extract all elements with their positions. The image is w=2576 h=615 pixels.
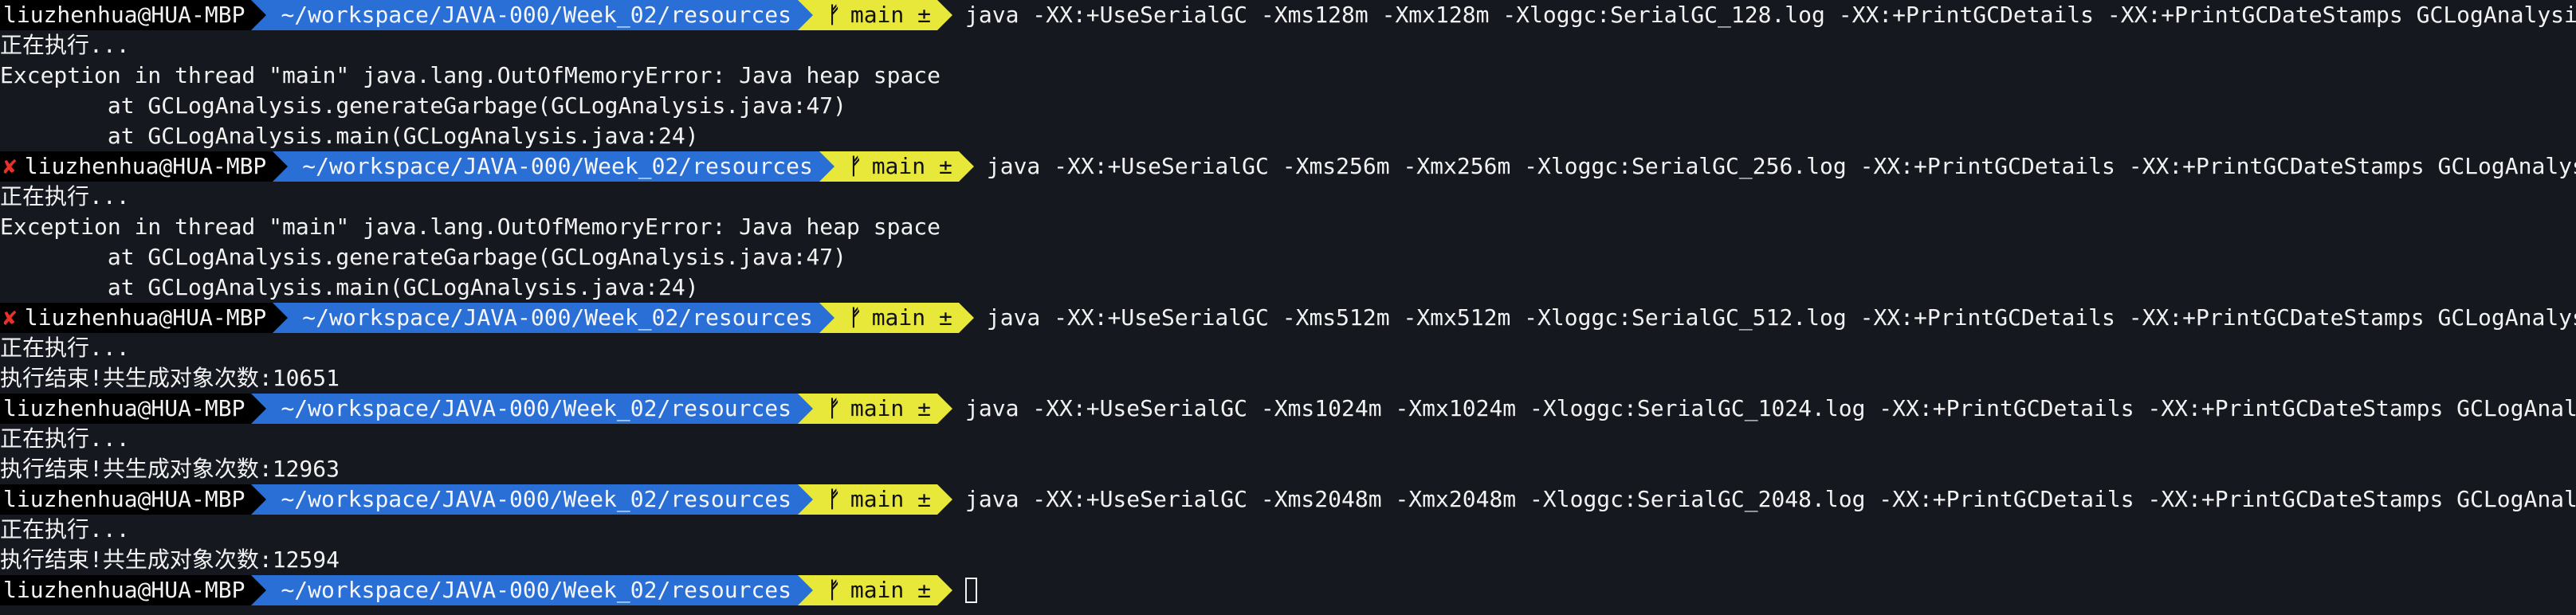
segment-separator-arrow [251, 394, 267, 424]
prompt-directory: ~/workspace/JAVA-000/Week_02/resources [266, 484, 799, 515]
command-text: java -XX:+UseSerialGC -Xms256m -Xmx256m … [986, 153, 2576, 179]
prompt-directory: ~/workspace/JAVA-000/Week_02/resources [266, 394, 799, 424]
prompt-git-segment: ᚠ main ± [813, 575, 937, 605]
git-branch-icon: ᚠ [848, 153, 862, 179]
prompt-user-segment: ✘ liuzhenhua@HUA-MBP [0, 303, 273, 333]
prompt-line: ✘ liuzhenhua@HUA-MBP ~/workspace/JAVA-000/… [0, 151, 2576, 182]
output-line: 正在执行... [0, 516, 130, 543]
prompt-directory: ~/workspace/JAVA-000/Week_02/resources [266, 575, 799, 605]
prompt-user-host: liuzhenhua@HUA-MBP [0, 394, 252, 424]
terminal-cursor[interactable] [965, 578, 977, 603]
prompt-user-segment: ✘ liuzhenhua@HUA-MBP [0, 151, 273, 182]
segment-separator-arrow [937, 484, 952, 515]
error-cross-icon: ✘ [3, 153, 17, 179]
git-branch-icon: ᚠ [827, 395, 841, 421]
prompt-git-segment: ᚠ main ± [813, 0, 937, 30]
output-line: 正在执行... [0, 32, 130, 58]
git-branch-icon: ᚠ [827, 577, 841, 603]
terminal-window[interactable]: liuzhenhua@HUA-MBP ~/workspace/JAVA-000/W… [0, 0, 2576, 615]
output-line: Exception in thread "main" java.lang.Out… [0, 213, 941, 240]
segment-separator-arrow [819, 303, 834, 333]
segment-separator-arrow [798, 575, 814, 605]
segment-separator-arrow [958, 151, 974, 182]
git-branch-icon: ᚠ [848, 304, 862, 331]
output-line: 执行结束!共生成对象次数:12963 [0, 456, 340, 482]
segment-separator-arrow [937, 394, 952, 424]
prompt-line: liuzhenhua@HUA-MBP ~/workspace/JAVA-000/W… [0, 0, 2576, 30]
prompt-git-segment: ᚠ main ± [834, 151, 959, 182]
segment-separator-arrow [819, 151, 834, 182]
prompt-user-host: liuzhenhua@HUA-MBP [0, 484, 252, 515]
segment-separator-arrow [251, 484, 267, 515]
output-line: 执行结束!共生成对象次数:12594 [0, 546, 340, 573]
prompt-directory: ~/workspace/JAVA-000/Week_02/resources [266, 0, 799, 30]
prompt-user-host: liuzhenhua@HUA-MBP [0, 575, 252, 605]
prompt-line: liuzhenhua@HUA-MBP ~/workspace/JAVA-000/W… [0, 484, 2576, 515]
segment-separator-arrow [251, 575, 267, 605]
prompt-user-host: liuzhenhua@HUA-MBP [0, 0, 252, 30]
prompt-branch: main ± [850, 395, 931, 421]
prompt-user-host: liuzhenhua@HUA-MBP [24, 153, 267, 179]
segment-separator-arrow [798, 0, 814, 30]
prompt-git-segment: ᚠ main ± [813, 394, 937, 424]
prompt-branch: main ± [871, 304, 952, 331]
command-text: java -XX:+UseSerialGC -Xms512m -Xmx512m … [986, 304, 2576, 331]
prompt-directory: ~/workspace/JAVA-000/Week_02/resources [288, 303, 819, 333]
prompt-branch: main ± [850, 486, 931, 512]
command-text: java -XX:+UseSerialGC -Xms2048m -Xmx2048… [965, 486, 2576, 512]
prompt-line: liuzhenhua@HUA-MBP ~/workspace/JAVA-000/W… [0, 394, 2576, 424]
git-branch-icon: ᚠ [827, 486, 841, 512]
output-line: at GCLogAnalysis.main(GCLogAnalysis.java… [0, 274, 699, 300]
prompt-user-host: liuzhenhua@HUA-MBP [24, 304, 267, 331]
segment-separator-arrow [251, 0, 267, 30]
segment-separator-arrow [273, 303, 289, 333]
git-branch-icon: ᚠ [827, 2, 841, 28]
output-line: 正在执行... [0, 183, 130, 210]
segment-separator-arrow [273, 151, 289, 182]
prompt-line-current[interactable]: liuzhenhua@HUA-MBP ~/workspace/JAVA-000/W… [0, 575, 977, 605]
prompt-directory: ~/workspace/JAVA-000/Week_02/resources [288, 151, 819, 182]
output-line: at GCLogAnalysis.generateGarbage(GCLogAn… [0, 92, 847, 119]
segment-separator-arrow [798, 484, 814, 515]
prompt-branch: main ± [850, 2, 931, 28]
command-text: java -XX:+UseSerialGC -Xms128m -Xmx128m … [965, 2, 2576, 28]
prompt-git-segment: ᚠ main ± [834, 303, 959, 333]
output-line: 正在执行... [0, 425, 130, 452]
prompt-branch: main ± [871, 153, 952, 179]
error-cross-icon: ✘ [3, 304, 17, 331]
output-line: at GCLogAnalysis.generateGarbage(GCLogAn… [0, 244, 847, 270]
output-line: 执行结束!共生成对象次数:10651 [0, 365, 340, 391]
command-text: java -XX:+UseSerialGC -Xms1024m -Xmx1024… [965, 395, 2576, 421]
segment-separator-arrow [937, 575, 952, 605]
output-line: at GCLogAnalysis.main(GCLogAnalysis.java… [0, 123, 699, 149]
segment-separator-arrow [798, 394, 814, 424]
prompt-branch: main ± [850, 577, 931, 603]
output-line: Exception in thread "main" java.lang.Out… [0, 62, 941, 88]
output-line: 正在执行... [0, 335, 130, 361]
prompt-line: ✘ liuzhenhua@HUA-MBP ~/workspace/JAVA-000/… [0, 303, 2576, 333]
segment-separator-arrow [958, 303, 974, 333]
segment-separator-arrow [937, 0, 952, 30]
prompt-git-segment: ᚠ main ± [813, 484, 937, 515]
